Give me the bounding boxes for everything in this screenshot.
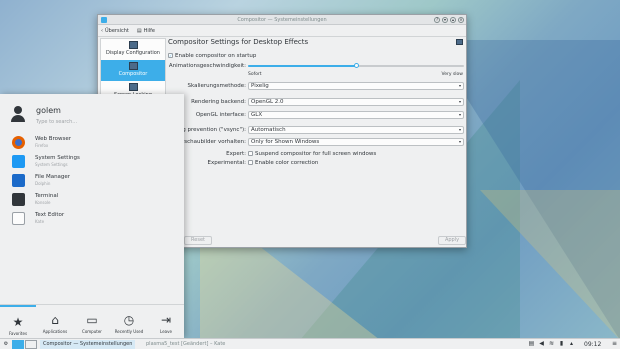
- slider-fill: [248, 65, 356, 67]
- display-icon: [128, 41, 138, 49]
- applications-icon: ⌂: [51, 313, 59, 327]
- folder-icon: [12, 174, 25, 187]
- compositor-icon: [456, 39, 463, 45]
- tearing-row: Tearing prevention ("vsync"): Automatisc…: [166, 126, 465, 134]
- thumbnail-label: Vorschaubilder vorhalten:: [175, 139, 246, 145]
- compositor-icon: [128, 62, 138, 70]
- slider-min-label: Sofort: [248, 72, 262, 77]
- overview-button[interactable]: ‹ Übersicht: [101, 28, 129, 34]
- scaling-select[interactable]: Pixelig ▾: [248, 82, 464, 90]
- back-arrow-icon: ‹: [101, 27, 103, 34]
- animation-row: Animationsgeschwindigkeit:: [168, 62, 465, 70]
- toolbar: ‹ Übersicht ▤ Hilfe: [98, 25, 466, 37]
- animation-label: Animationsgeschwindigkeit:: [168, 63, 246, 69]
- user-name: golem: [36, 106, 61, 115]
- reset-button[interactable]: Reset: [184, 236, 212, 245]
- screen-lock-icon: [128, 83, 138, 91]
- pager-desktop-1[interactable]: [12, 340, 24, 349]
- interface-label: OpenGL interface:: [195, 112, 246, 118]
- settings-content: Compositor Settings for Desktop Effects …: [166, 38, 465, 248]
- thumbnail-select[interactable]: Only for Shown Windows ▾: [248, 138, 464, 146]
- enable-compositor-label: Enable compositor on startup: [175, 53, 257, 59]
- animation-scale: Sofort Very slow: [168, 71, 465, 79]
- launcher-tabs: ★ Favorites ⌂ Applications ▭ Computer ◷ Rece…: [0, 304, 184, 338]
- backend-label: Rendering backend:: [191, 99, 246, 105]
- task-kate[interactable]: plasma5_test [Geändert] – Kate: [140, 340, 230, 349]
- app-terminal[interactable]: Terminal Konsole: [12, 192, 172, 208]
- tab-leave[interactable]: ⇥ Leave: [148, 305, 184, 339]
- color-correction-label: Enable color correction: [255, 160, 319, 166]
- window-titlebar[interactable]: Compositor — Systemeinstellungen ? ▾ ▴ ×: [98, 15, 466, 25]
- tab-applications[interactable]: ⌂ Applications: [37, 305, 73, 339]
- slider-handle[interactable]: [353, 63, 359, 68]
- tearing-select[interactable]: Automatisch ▾: [248, 126, 464, 134]
- taskbar: ⚙ Compositor — Systemeinstellungen plasm…: [0, 338, 620, 349]
- sidebar-item-display[interactable]: Display Configuration: [101, 39, 165, 60]
- backend-select[interactable]: OpenGL 2.0 ▾: [248, 98, 464, 106]
- help-button[interactable]: ▤ Hilfe: [137, 28, 155, 34]
- panel-settings-icon[interactable]: ≡: [611, 341, 618, 347]
- tray-expand-icon[interactable]: ▴: [568, 341, 575, 347]
- minimize-icon[interactable]: ▾: [442, 17, 448, 23]
- chevron-down-icon: ▾: [458, 112, 461, 117]
- pager-desktop-2[interactable]: [25, 340, 37, 349]
- expert-row: Expert: Suspend compositor for full scre…: [168, 150, 465, 158]
- enable-row: ✓ Enable compositor on startup: [168, 52, 465, 60]
- chevron-down-icon: ▾: [458, 139, 461, 144]
- app-web-browser[interactable]: Web Browser Firefox: [12, 135, 172, 151]
- interface-row: OpenGL interface: GLX ▾: [168, 111, 465, 119]
- app-text-editor[interactable]: Text Editor Kate: [12, 211, 172, 227]
- avatar: [10, 106, 26, 122]
- leave-icon: ⇥: [160, 313, 172, 327]
- chevron-down-icon: ▾: [458, 127, 461, 132]
- wallpaper-shape: [480, 190, 620, 340]
- chevron-down-icon: ▾: [458, 83, 461, 88]
- expert-label: Expert:: [226, 151, 246, 157]
- tab-favorites[interactable]: ★ Favorites: [0, 305, 36, 339]
- clock[interactable]: 09:12: [584, 340, 610, 349]
- thumbnail-row: Vorschaubilder vorhalten: Only for Shown…: [168, 138, 465, 146]
- application-launcher: golem Type to search... Web Browser Fire…: [0, 94, 184, 338]
- help-window-button[interactable]: ?: [434, 17, 440, 23]
- scaling-row: Skalierungsmethode: Pixelig ▾: [168, 82, 465, 90]
- suspend-compositor-checkbox[interactable]: [248, 151, 253, 156]
- animation-slider[interactable]: [248, 63, 464, 68]
- network-icon[interactable]: ≋: [548, 341, 555, 347]
- app-system-settings[interactable]: System Settings System Settings: [12, 154, 172, 170]
- experimental-label: Experimental:: [207, 160, 246, 166]
- computer-icon: ▭: [86, 313, 98, 327]
- tab-computer[interactable]: ▭ Computer: [74, 305, 110, 339]
- battery-icon[interactable]: ▮: [558, 341, 565, 347]
- launcher-button[interactable]: ⚙: [2, 340, 10, 349]
- text-editor-icon: [12, 212, 25, 225]
- color-correction-checkbox[interactable]: [248, 160, 253, 165]
- app-file-manager[interactable]: File Manager Dolphin: [12, 173, 172, 189]
- close-icon[interactable]: ×: [458, 17, 464, 23]
- settings-icon: [12, 155, 25, 168]
- page-title: Compositor Settings for Desktop Effects: [168, 38, 309, 46]
- scaling-label: Skalierungsmethode:: [187, 83, 246, 89]
- slider-max-label: Very slow: [441, 72, 463, 77]
- chevron-down-icon: ▾: [458, 99, 461, 104]
- interface-select[interactable]: GLX ▾: [248, 111, 464, 119]
- apply-button[interactable]: Apply: [438, 236, 466, 245]
- clock-icon: ◷: [123, 313, 135, 327]
- volume-icon[interactable]: ◀: [538, 341, 545, 347]
- sidebar-item-compositor[interactable]: Compositor: [101, 60, 165, 81]
- star-icon: ★: [12, 315, 24, 329]
- terminal-icon: [12, 193, 25, 206]
- window-title: Compositor — Systemeinstellungen: [237, 17, 327, 23]
- help-icon: ▤: [136, 27, 142, 34]
- maximize-icon[interactable]: ▴: [450, 17, 456, 23]
- enable-compositor-checkbox[interactable]: ✓: [168, 53, 173, 58]
- firefox-icon: [12, 136, 25, 149]
- tab-recently-used[interactable]: ◷ Recently Used: [111, 305, 147, 339]
- suspend-compositor-label: Suspend compositor for full screen windo…: [255, 151, 377, 157]
- task-compositor[interactable]: Compositor — Systemeinstellungen: [40, 340, 135, 349]
- clipboard-icon[interactable]: ▤: [528, 341, 535, 347]
- experimental-row: Experimental: Enable color correction: [168, 159, 465, 167]
- search-input[interactable]: Type to search...: [36, 119, 176, 125]
- backend-row: Rendering backend: OpenGL 2.0 ▾: [168, 98, 465, 106]
